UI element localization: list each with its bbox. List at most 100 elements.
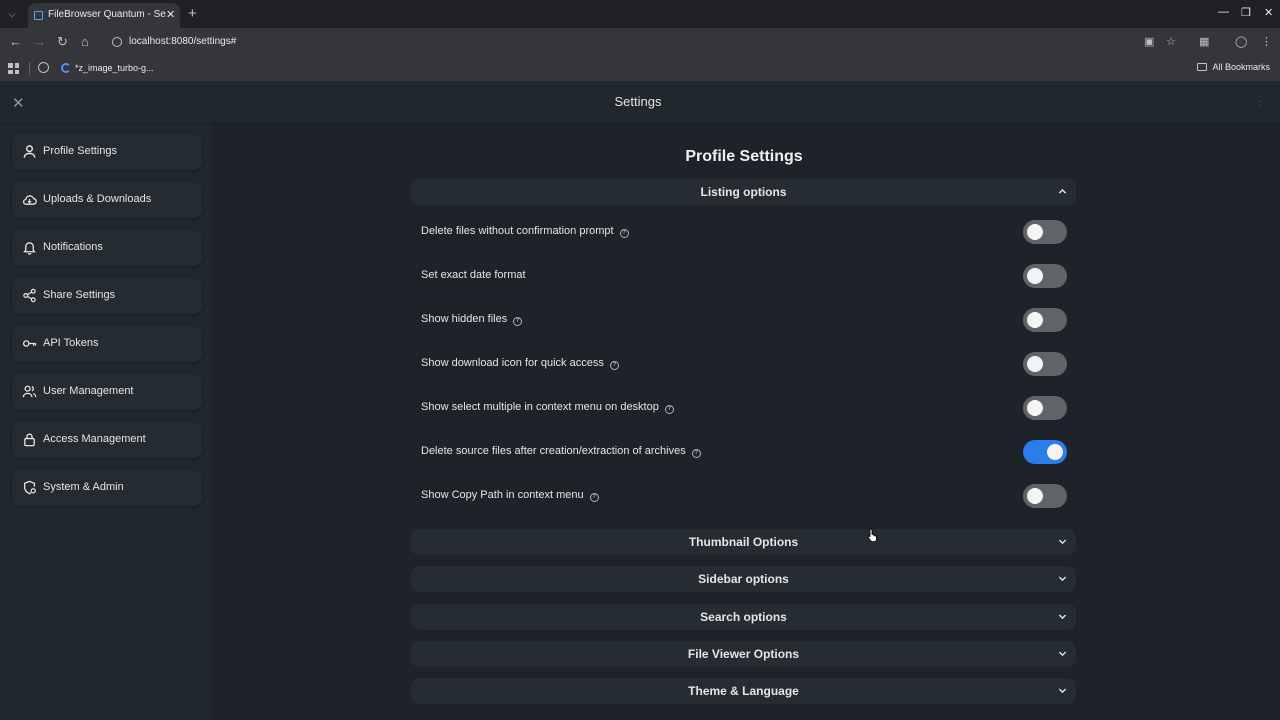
maximize-icon[interactable]: ❐: [1241, 6, 1251, 19]
globe-icon[interactable]: [38, 62, 49, 73]
more-vert-icon[interactable]: ⋮: [1253, 93, 1266, 109]
section-title: Sidebar options: [698, 572, 789, 586]
sidebar-item-label: User Management: [43, 385, 134, 397]
help-icon[interactable]: ?: [589, 493, 599, 502]
settings-sidebar: Profile Settings Uploads & Downloads Not…: [0, 124, 213, 720]
new-tab-icon[interactable]: +: [188, 5, 197, 22]
help-icon[interactable]: ?: [691, 449, 701, 458]
section-title: Search options: [700, 610, 787, 624]
toggle-switch[interactable]: [1023, 352, 1067, 376]
section-title: File Viewer Options: [687, 647, 800, 661]
toggle-knob: [1027, 488, 1043, 504]
browser-tab[interactable]: FileBrowser Quantum - Settings ✕: [28, 3, 180, 28]
option-label: Show download icon for quick access?: [421, 357, 619, 370]
sidebar-item-api-tokens[interactable]: API Tokens: [12, 326, 202, 362]
sidebar-item-access-management[interactable]: Access Management: [12, 422, 202, 458]
option-row: Delete source files after creation/extra…: [421, 440, 1071, 464]
page-header-title: Settings: [614, 94, 662, 109]
apps-grid-icon[interactable]: [8, 63, 19, 74]
toggle-knob: [1027, 312, 1043, 328]
toggle-knob: [1027, 224, 1043, 240]
site-info-icon[interactable]: [112, 37, 122, 47]
option-row: Delete files without confirmation prompt…: [421, 220, 1071, 244]
sidebar-item-profile-settings[interactable]: Profile Settings: [12, 134, 202, 170]
all-bookmarks-button[interactable]: All Bookmarks: [1197, 62, 1270, 72]
sidebar-item-label: Access Management: [43, 433, 146, 445]
shield-gear-icon: [23, 480, 36, 495]
section-title: Listing options: [700, 185, 787, 199]
bookmark-favicon-icon: [61, 63, 71, 73]
browser-tabstrip: ⌵ FileBrowser Quantum - Settings ✕ + — ❐…: [0, 0, 1280, 28]
chevron-down-icon: [1058, 688, 1067, 694]
share-icon: [23, 288, 36, 303]
toggle-knob: [1027, 356, 1043, 372]
cloud-icon: [22, 195, 37, 205]
window-close-icon[interactable]: ✕: [1264, 6, 1273, 19]
address-bar[interactable]: localhost:8080/settings#: [129, 36, 236, 47]
extensions-icon[interactable]: ▦: [1199, 35, 1211, 48]
section-thumbnail-options[interactable]: Thumbnail Options: [411, 529, 1076, 555]
home-icon[interactable]: ⌂: [81, 34, 89, 49]
back-icon[interactable]: ←: [9, 34, 22, 49]
option-row: Show download icon for quick access?: [421, 352, 1071, 376]
option-label: Show Copy Path in context menu?: [421, 489, 599, 502]
bell-icon: [23, 242, 36, 255]
sidebar-item-uploads-downloads[interactable]: Uploads & Downloads: [12, 182, 202, 218]
sidebar-item-share-settings[interactable]: Share Settings: [12, 278, 202, 314]
page-title: Profile Settings: [685, 148, 803, 165]
users-icon: [22, 385, 37, 398]
sidebar-item-notifications[interactable]: Notifications: [12, 230, 202, 266]
toggle-switch[interactable]: [1023, 396, 1067, 420]
key-icon: [22, 340, 37, 347]
toggle-switch[interactable]: [1023, 220, 1067, 244]
help-icon[interactable]: ?: [664, 405, 674, 414]
toggle-switch[interactable]: [1023, 264, 1067, 288]
minimize-icon[interactable]: —: [1218, 6, 1229, 18]
section-title: Theme & Language: [688, 684, 799, 698]
sidebar-item-label: Profile Settings: [43, 145, 117, 157]
chevron-down-icon: [1058, 614, 1067, 620]
forward-icon[interactable]: →: [33, 34, 46, 49]
sidebar-item-user-management[interactable]: User Management: [12, 374, 202, 410]
option-row: Show Copy Path in context menu?: [421, 484, 1071, 508]
section-search-options[interactable]: Search options: [411, 604, 1076, 630]
option-label: Delete files without confirmation prompt…: [421, 225, 629, 238]
all-bookmarks-label: All Bookmarks: [1212, 62, 1270, 72]
section-listing-options[interactable]: Listing options: [411, 179, 1076, 205]
help-icon[interactable]: ?: [609, 361, 619, 370]
browser-menu-icon[interactable]: ⋮: [1261, 35, 1273, 48]
tab-title: FileBrowser Quantum - Settings: [48, 9, 166, 20]
option-text: Show select multiple in context menu on …: [421, 401, 659, 413]
option-text: Delete source files after creation/extra…: [421, 445, 686, 457]
section-theme-language[interactable]: Theme & Language: [411, 678, 1076, 704]
help-icon[interactable]: ?: [513, 317, 523, 326]
tab-favicon-icon: [34, 11, 43, 20]
sidebar-item-label: Uploads & Downloads: [43, 193, 152, 205]
toggle-knob: [1027, 400, 1043, 416]
section-sidebar-options[interactable]: Sidebar options: [411, 566, 1076, 592]
tab-close-icon[interactable]: ✕: [166, 8, 175, 21]
browser-toolbar: ← → ↻ ⌂ localhost:8080/settings# ▣ ☆ ▦ ◯…: [0, 28, 1280, 56]
chevron-up-icon: [1058, 189, 1067, 194]
toggle-switch[interactable]: [1023, 440, 1067, 464]
sidebar-item-system-admin[interactable]: System & Admin: [12, 470, 202, 506]
reload-icon[interactable]: ↻: [57, 34, 68, 50]
toggle-switch[interactable]: [1023, 308, 1067, 332]
tab-search-dropdown-icon[interactable]: ⌵: [4, 6, 20, 22]
lock-icon: [24, 433, 35, 447]
toggle-switch[interactable]: [1023, 484, 1067, 508]
sidebar-item-label: System & Admin: [43, 481, 124, 493]
install-app-icon[interactable]: ▣: [1144, 35, 1156, 48]
option-label: Show select multiple in context menu on …: [421, 401, 674, 414]
option-label: Show hidden files?: [421, 313, 523, 326]
bookmark-item[interactable]: *z_image_turbo-g...: [75, 63, 154, 73]
bookmark-star-icon[interactable]: ☆: [1166, 35, 1178, 48]
profile-icon[interactable]: ◯: [1235, 35, 1247, 48]
help-icon[interactable]: ?: [619, 229, 629, 238]
sidebar-item-label: Notifications: [43, 241, 103, 253]
section-file-viewer-options[interactable]: File Viewer Options: [411, 641, 1076, 667]
bookmarks-divider: [29, 62, 30, 75]
section-title: Thumbnail Options: [688, 535, 799, 549]
sidebar-item-label: API Tokens: [43, 337, 99, 349]
app-header: ✕ Settings ⋮: [0, 81, 1280, 124]
